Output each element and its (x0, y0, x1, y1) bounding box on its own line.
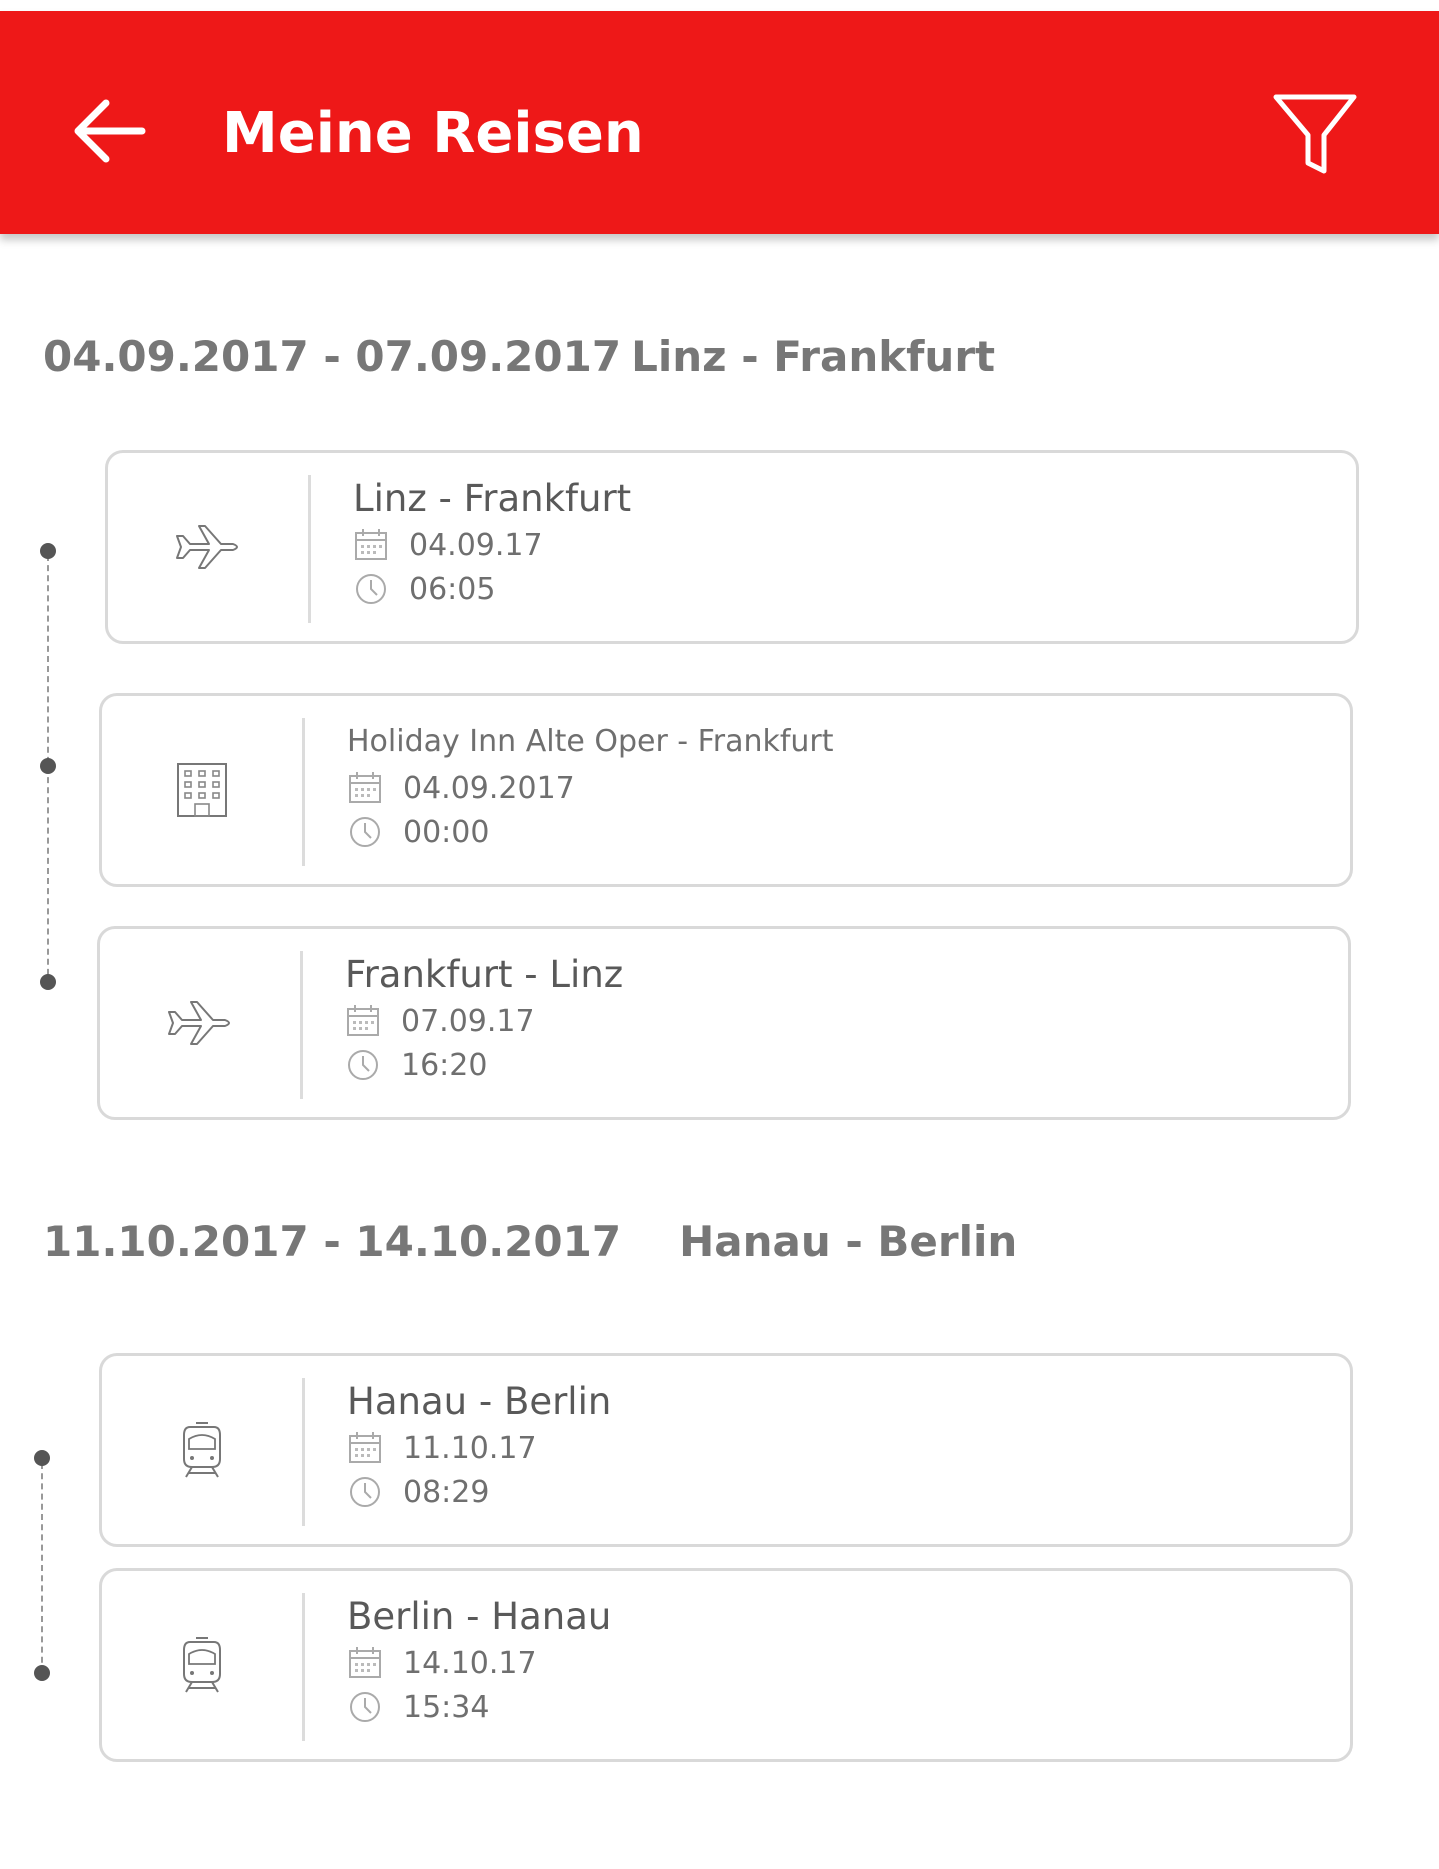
app-bar: Meine Reisen (0, 11, 1439, 234)
arrow-left-icon (74, 99, 146, 163)
card-divider (302, 718, 305, 866)
clock-icon (350, 1477, 380, 1507)
timeline-dot (40, 758, 56, 774)
card-divider (300, 951, 303, 1099)
trip-dates: 11.10.2017 - 14.10.2017 (43, 1217, 622, 1266)
item-title: Hanau - Berlin (347, 1380, 612, 1423)
trip-item-card[interactable]: Frankfurt - Linz 07.09.17 16:20 (97, 926, 1351, 1120)
card-divider (308, 475, 311, 623)
page-title: Meine Reisen (222, 101, 644, 166)
item-time: 06:05 (409, 571, 496, 607)
filter-icon (1273, 94, 1357, 174)
filter-button[interactable] (1270, 91, 1360, 176)
calendar-icon (349, 1647, 381, 1678)
clock-icon (348, 1050, 378, 1080)
calendar-icon (355, 529, 387, 560)
trip-route: Hanau - Berlin (679, 1217, 1018, 1266)
calendar-icon (349, 772, 381, 803)
clock-icon (350, 1692, 380, 1722)
trip-route: Linz - Frankfurt (631, 332, 996, 381)
airplane-icon (176, 525, 238, 569)
item-date: 04.09.17 (409, 527, 543, 563)
hotel-icon (177, 763, 227, 817)
trip-header[interactable]: 04.09.2017 - 07.09.2017 Linz - Frankfurt (43, 329, 995, 385)
trip-header[interactable]: 11.10.2017 - 14.10.2017 Hanau - Berlin (43, 1214, 1017, 1270)
clock-icon (350, 817, 380, 847)
calendar-icon (347, 1005, 379, 1036)
item-title: Frankfurt - Linz (345, 953, 624, 996)
timeline-line (41, 1463, 43, 1673)
card-divider (302, 1378, 305, 1526)
timeline-dot (34, 1450, 50, 1466)
item-title: Berlin - Hanau (347, 1595, 612, 1638)
item-time: 08:29 (403, 1474, 490, 1510)
item-date: 14.10.17 (403, 1645, 537, 1681)
item-time: 15:34 (403, 1689, 490, 1725)
trip-item-card[interactable]: Hanau - Berlin 11.10.17 08:29 (99, 1353, 1353, 1547)
timeline-dot (40, 974, 56, 990)
item-title: Holiday Inn Alte Oper - Frankfurt (347, 724, 834, 759)
card-divider (302, 1593, 305, 1741)
item-title: Linz - Frankfurt (353, 477, 632, 520)
trip-item-card[interactable]: Holiday Inn Alte Oper - Frankfurt 04.09.… (99, 693, 1353, 887)
clock-icon (356, 574, 386, 604)
trip-item-card[interactable]: Linz - Frankfurt 04.09.17 06:05 (105, 450, 1359, 644)
timeline-dot (40, 543, 56, 559)
back-button[interactable] (70, 91, 150, 171)
trip-item-card[interactable]: Berlin - Hanau 14.10.17 15:34 (99, 1568, 1353, 1762)
item-time: 00:00 (403, 814, 490, 850)
airplane-icon (168, 1001, 230, 1045)
item-date: 07.09.17 (401, 1003, 535, 1039)
trip-dates: 04.09.2017 - 07.09.2017 (43, 332, 622, 381)
timeline-dot (34, 1665, 50, 1681)
calendar-icon (349, 1432, 381, 1463)
item-time: 16:20 (401, 1047, 488, 1083)
item-date: 11.10.17 (403, 1430, 537, 1466)
train-icon (183, 1637, 221, 1693)
item-date: 04.09.2017 (403, 770, 575, 806)
train-icon (183, 1422, 221, 1478)
